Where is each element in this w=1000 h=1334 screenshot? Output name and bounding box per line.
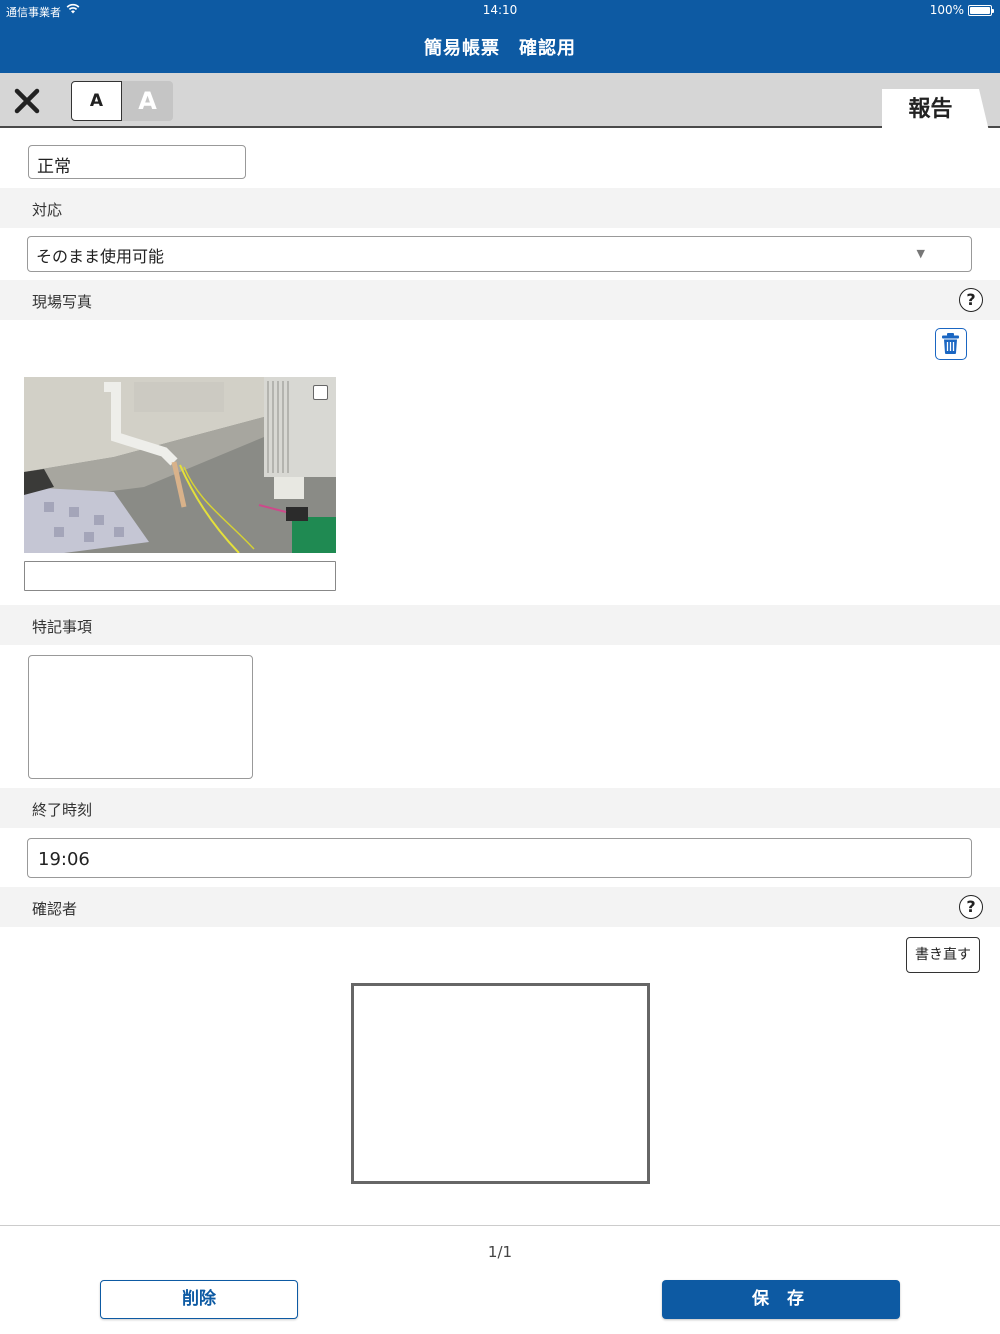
page-counter: 1/1 (487, 1243, 513, 1261)
toolbar: A A 報告 (0, 73, 1000, 131)
section-photo: 現場写真 ? (0, 280, 1000, 320)
battery-fill (970, 7, 990, 14)
section-confirmer: 確認者 ? (0, 887, 1000, 927)
photo-caption-input[interactable] (24, 561, 336, 591)
close-icon (14, 88, 40, 114)
close-button[interactable] (10, 85, 44, 117)
footer-divider (0, 1225, 1000, 1226)
page-title: 簡易帳票 確認用 (424, 38, 576, 59)
delete-photo-button[interactable] (935, 328, 967, 360)
status-value: 正常 (37, 157, 71, 177)
tab-report[interactable]: 報告 (882, 89, 989, 131)
section-end-time: 終了時刻 (0, 788, 1000, 828)
action-selected-value: そのまま使用可能 (36, 247, 165, 266)
trash-icon (942, 333, 959, 354)
rewrite-signature-button[interactable]: 書き直す (906, 937, 980, 973)
photo-select-checkbox[interactable] (313, 385, 328, 400)
section-label-action: 対応 (32, 201, 63, 219)
section-label-end-time: 終了時刻 (32, 801, 93, 819)
help-icon[interactable]: ? (959, 895, 983, 919)
section-notes: 特記事項 (0, 605, 1000, 645)
action-select[interactable]: そのまま使用可能 ▼ (27, 236, 972, 272)
section-label-notes: 特記事項 (32, 618, 93, 636)
status-field[interactable]: 正常 (28, 145, 246, 179)
help-icon[interactable]: ? (959, 288, 983, 312)
status-time: 14:10 (482, 3, 518, 17)
section-label-confirmer: 確認者 (32, 900, 78, 918)
notes-textarea[interactable] (28, 655, 253, 779)
battery-icon (968, 5, 994, 16)
section-action: 対応 (0, 188, 1000, 228)
delete-button[interactable]: 削除 (100, 1280, 298, 1319)
app-header: 通信事業者 14:10 100% 簡易帳票 確認用 (0, 0, 1000, 73)
dropdown-arrow-icon: ▼ (916, 247, 925, 260)
section-label-photo: 現場写真 (32, 293, 93, 311)
font-size-small-button[interactable]: A (71, 81, 122, 121)
end-time-value: 19:06 (38, 849, 90, 870)
save-button[interactable]: 保 存 (662, 1280, 900, 1319)
end-time-field[interactable]: 19:06 (27, 838, 972, 878)
battery-percent: 100% (929, 3, 964, 17)
signature-pad[interactable] (351, 983, 650, 1184)
font-size-large-button[interactable]: A (122, 81, 173, 121)
site-photo[interactable] (24, 377, 336, 553)
